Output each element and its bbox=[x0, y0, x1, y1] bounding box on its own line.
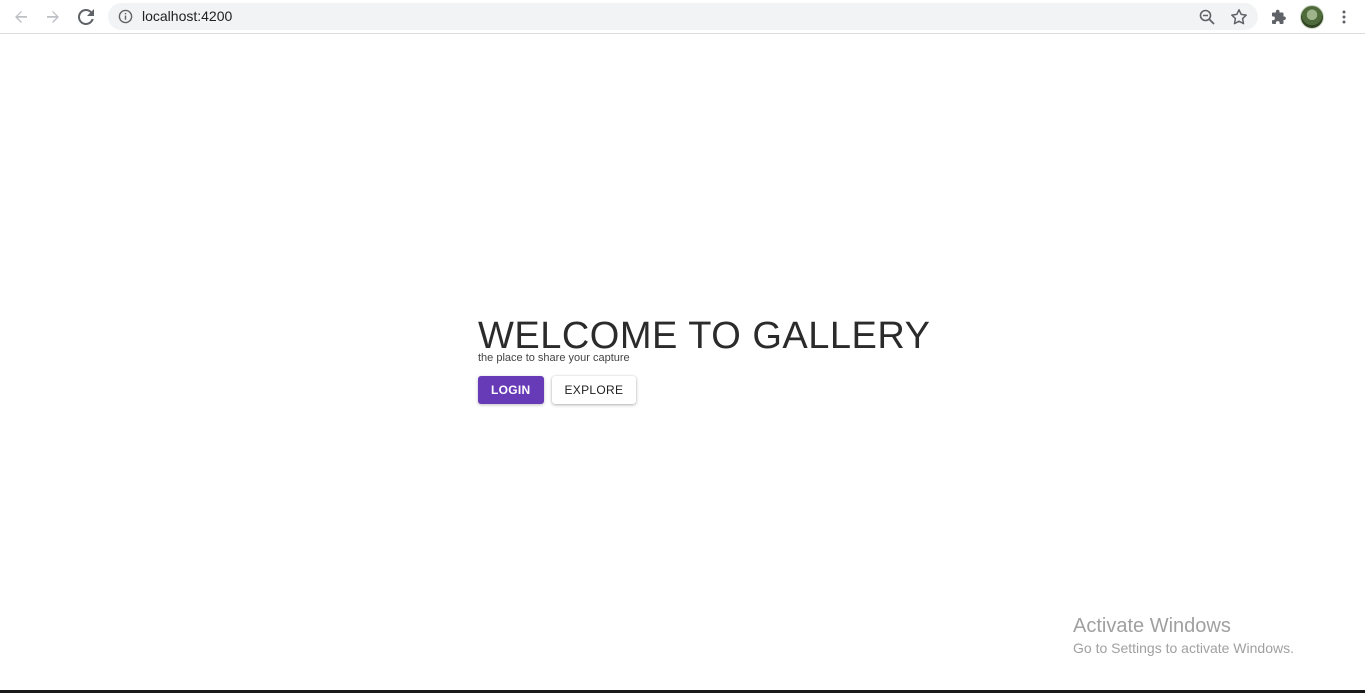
reload-icon bbox=[78, 9, 94, 25]
windows-activation-watermark: Activate Windows Go to Settings to activ… bbox=[1073, 615, 1294, 657]
puzzle-icon bbox=[1272, 9, 1286, 24]
zoom-out-icon[interactable] bbox=[1198, 8, 1216, 26]
profile-avatar[interactable] bbox=[1300, 5, 1324, 29]
page-title: WELCOME TO GALLERY bbox=[478, 315, 931, 357]
hero-section: WELCOME TO GALLERY the place to share yo… bbox=[478, 316, 930, 404]
star-icon[interactable] bbox=[1230, 8, 1248, 26]
arrow-right-icon bbox=[47, 11, 59, 23]
reload-button[interactable] bbox=[74, 5, 98, 29]
address-bar[interactable]: localhost:4200 bbox=[108, 3, 1258, 30]
info-icon[interactable] bbox=[118, 9, 133, 24]
forward-button[interactable] bbox=[41, 5, 65, 29]
watermark-subtitle: Go to Settings to activate Windows. bbox=[1073, 640, 1294, 656]
login-button[interactable]: LOGIN bbox=[478, 376, 544, 404]
back-button[interactable] bbox=[9, 5, 33, 29]
hero-actions: LOGIN EXPLORE bbox=[478, 376, 930, 404]
explore-button[interactable]: EXPLORE bbox=[551, 376, 637, 404]
kebab-menu-icon bbox=[1342, 10, 1346, 24]
browser-menu-button[interactable] bbox=[1332, 5, 1356, 29]
watermark-title: Activate Windows bbox=[1073, 615, 1231, 637]
browser-toolbar: localhost:4200 bbox=[0, 0, 1365, 34]
arrow-left-icon bbox=[15, 11, 27, 23]
extensions-button[interactable] bbox=[1267, 5, 1291, 29]
url-text[interactable]: localhost:4200 bbox=[142, 9, 232, 24]
